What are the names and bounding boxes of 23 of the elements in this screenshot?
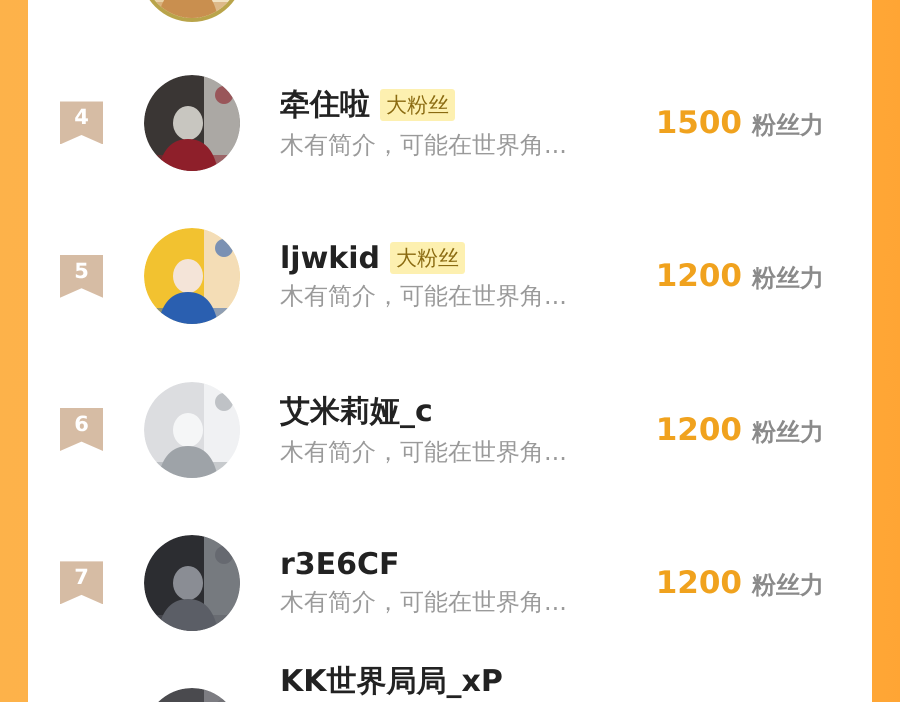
score-unit: 粉丝力 xyxy=(752,110,824,141)
rank-badge: 4 xyxy=(60,101,103,144)
fan-score: 1200 xyxy=(656,412,742,448)
score-unit: 粉丝力 xyxy=(752,570,824,601)
fan-score: 1200 xyxy=(656,258,742,294)
user-bio: 木有简介，可能在世界角... xyxy=(280,437,568,468)
score-unit: 粉丝力 xyxy=(752,416,824,448)
rank-badge: 6 xyxy=(60,408,103,452)
user-bio: 木有简介，可能在世界角... xyxy=(280,587,568,618)
user-name: 艾米莉娅_c xyxy=(280,393,433,432)
user-name: KK世界局局_xP xyxy=(280,663,503,702)
user-name: r3E6CF xyxy=(280,547,400,582)
user-bio: 木有简介，可能在世界角... xyxy=(280,280,568,312)
user-name: 牵住啦 xyxy=(280,86,370,124)
rank-badge: 5 xyxy=(60,254,103,298)
rank-badge: 7 xyxy=(60,561,103,604)
fan-level-tag: 大粉丝 xyxy=(390,242,465,274)
fan-score: 1200 xyxy=(656,564,742,601)
fan-score: 1500 xyxy=(656,104,742,141)
user-bio: 木有简介，可能在世界角... xyxy=(280,130,568,162)
user-name: ljwkid xyxy=(280,240,380,276)
fan-level-tag: 大粉丝 xyxy=(380,88,455,121)
score-unit: 粉丝力 xyxy=(752,263,824,294)
